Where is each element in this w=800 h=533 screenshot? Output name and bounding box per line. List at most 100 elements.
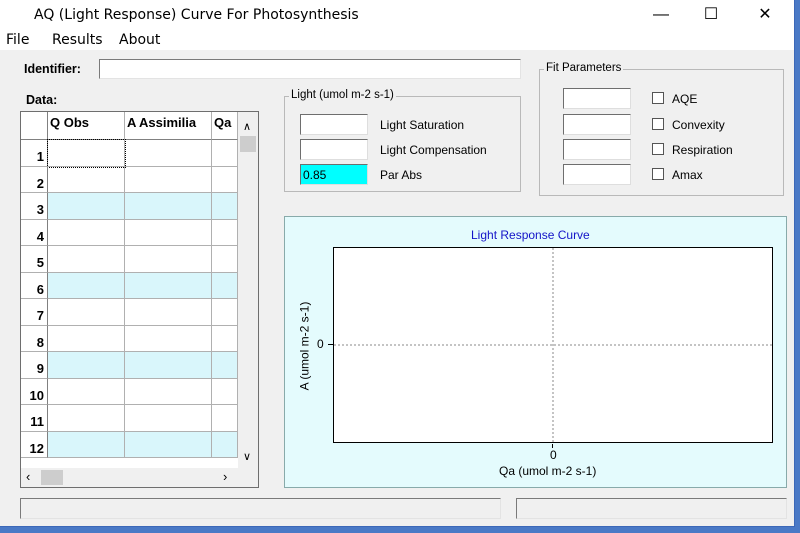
x-tick-label-0: 0 — [550, 448, 557, 462]
chart-title: Light Response Curve — [471, 228, 590, 242]
scroll-up-icon[interactable]: ∧ — [243, 120, 251, 133]
menu-bar: File Results About — [0, 30, 794, 50]
convexity-checkbox[interactable] — [652, 118, 664, 130]
aqe-checkbox[interactable] — [652, 92, 664, 104]
amax-field[interactable] — [563, 164, 631, 185]
grid-cell[interactable] — [212, 272, 238, 299]
menu-file[interactable]: File — [6, 32, 29, 48]
grid-cell[interactable] — [125, 272, 212, 299]
row-header[interactable]: 5 — [21, 246, 48, 273]
light-group-title: Light (umol m-2 s-1) — [289, 89, 396, 101]
grid-cell[interactable] — [212, 405, 238, 432]
row-header[interactable]: 6 — [21, 272, 48, 299]
column-header-a-assimilation[interactable]: A Assimilia — [125, 112, 212, 140]
scroll-right-icon[interactable]: › — [223, 469, 227, 484]
light-compensation-label: Light Compensation — [380, 143, 487, 157]
respiration-field[interactable] — [563, 139, 631, 160]
plot-area — [333, 247, 773, 443]
row-header[interactable]: 4 — [21, 219, 48, 246]
vertical-scroll-thumb[interactable] — [240, 136, 256, 152]
horizontal-scroll-thumb[interactable] — [41, 470, 63, 485]
grid-cell[interactable] — [125, 378, 212, 405]
grid-cell[interactable] — [125, 352, 212, 379]
scroll-left-icon[interactable]: ‹ — [26, 469, 30, 484]
amax-checkbox[interactable] — [652, 168, 664, 180]
grid-cell[interactable] — [212, 219, 238, 246]
grid-cell[interactable] — [212, 140, 238, 167]
vertical-scrollbar[interactable]: ∧ ∨ — [238, 112, 258, 468]
row-header[interactable]: 1 — [21, 140, 48, 167]
grid-cell[interactable] — [48, 352, 125, 379]
grid-cell[interactable] — [48, 405, 125, 432]
row-header[interactable]: 9 — [21, 352, 48, 379]
menu-results[interactable]: Results — [52, 32, 103, 48]
row-header[interactable]: 3 — [21, 193, 48, 220]
identifier-input[interactable] — [99, 59, 521, 79]
x-axis-label: Qa (umol m-2 s-1) — [499, 464, 597, 478]
aqe-field[interactable] — [563, 88, 631, 109]
grid-cell[interactable] — [212, 166, 238, 193]
grid-cell[interactable] — [48, 272, 125, 299]
grid-cell[interactable] — [125, 219, 212, 246]
column-header-qa[interactable]: Qa — [212, 112, 238, 140]
respiration-checkbox[interactable] — [652, 143, 664, 155]
y-axis-label: A (umol m-2 s-1) — [297, 301, 312, 391]
grid-cell[interactable] — [212, 431, 238, 458]
status-panel-left — [20, 498, 501, 519]
grid-cell[interactable] — [212, 246, 238, 273]
grid-cell[interactable] — [125, 193, 212, 220]
light-saturation-label: Light Saturation — [380, 118, 465, 132]
identifier-label: Identifier: — [24, 62, 81, 76]
grid-cell[interactable] — [125, 140, 212, 167]
window-title: AQ (Light Response) Curve For Photosynth… — [34, 7, 359, 23]
menu-about[interactable]: About — [119, 32, 160, 48]
grid-cell[interactable] — [48, 246, 125, 273]
grid-cell[interactable] — [48, 378, 125, 405]
row-header[interactable]: 12 — [21, 431, 48, 458]
light-saturation-field[interactable] — [300, 114, 368, 135]
grid-cell[interactable] — [48, 325, 125, 352]
grid-cell[interactable] — [125, 431, 212, 458]
close-button[interactable]: ✕ — [742, 0, 788, 30]
row-header[interactable]: 2 — [21, 166, 48, 193]
grid-cell[interactable] — [212, 352, 238, 379]
convexity-label: Convexity — [672, 118, 725, 132]
y-tick-label-0: 0 — [317, 337, 324, 351]
par-abs-field[interactable]: 0.85 — [300, 164, 368, 185]
title-bar[interactable]: AQ (Light Response) Curve For Photosynth… — [0, 0, 794, 30]
x-tick-mark — [552, 444, 553, 448]
grid-cell[interactable] — [47, 139, 126, 168]
amax-label: Amax — [672, 168, 703, 182]
grid-cell[interactable] — [212, 299, 238, 326]
row-header[interactable]: 7 — [21, 299, 48, 326]
y-tick-mark — [328, 344, 333, 345]
grid-cell[interactable] — [125, 166, 212, 193]
par-abs-label: Par Abs — [380, 168, 423, 182]
grid-cell[interactable] — [212, 193, 238, 220]
grid-cell[interactable] — [48, 219, 125, 246]
grid-cell[interactable] — [125, 246, 212, 273]
grid-cell[interactable] — [125, 405, 212, 432]
grid-corner — [21, 112, 48, 140]
grid-cell[interactable] — [48, 431, 125, 458]
grid-cell[interactable] — [48, 299, 125, 326]
data-label: Data: — [26, 93, 58, 107]
grid-cell[interactable] — [212, 325, 238, 352]
convexity-field[interactable] — [563, 114, 631, 135]
column-header-q-obs[interactable]: Q Obs — [48, 112, 125, 140]
row-header[interactable]: 10 — [21, 378, 48, 405]
grid-cell[interactable] — [125, 299, 212, 326]
horizontal-scrollbar[interactable]: ‹ › — [21, 468, 258, 487]
minimize-button[interactable]: — — [638, 0, 684, 30]
app-window: AQ (Light Response) Curve For Photosynth… — [0, 0, 795, 527]
grid-cell[interactable] — [212, 378, 238, 405]
light-compensation-field[interactable] — [300, 139, 368, 160]
grid-cell[interactable] — [125, 325, 212, 352]
maximize-button[interactable]: ☐ — [688, 0, 734, 30]
data-grid[interactable]: Q Obs A Assimilia Qa 1 2 3 4 5 6 7 8 9 10 11 12 ∧ ∨… — [20, 111, 259, 488]
row-header[interactable]: 8 — [21, 325, 48, 352]
grid-cell[interactable] — [48, 166, 125, 193]
scroll-down-icon[interactable]: ∨ — [243, 450, 251, 463]
row-header[interactable]: 11 — [21, 405, 48, 432]
grid-cell[interactable] — [48, 193, 125, 220]
